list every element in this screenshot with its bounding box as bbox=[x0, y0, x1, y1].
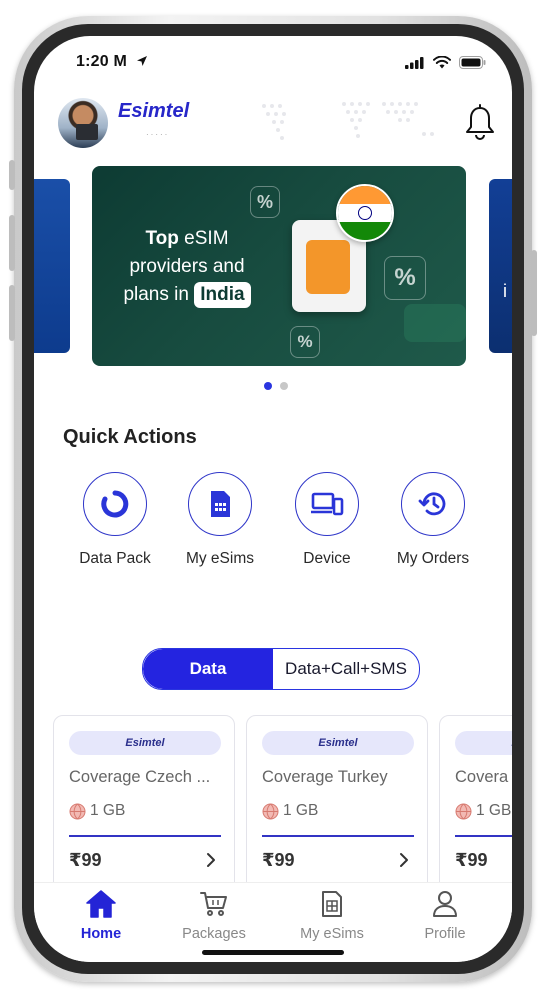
banner-text-line3: plans in India bbox=[92, 282, 282, 308]
carousel-dot[interactable] bbox=[280, 382, 288, 390]
package-brand-tag: Esimtel bbox=[455, 731, 512, 755]
chevron-right-icon[interactable] bbox=[399, 852, 409, 873]
quick-action-my-orders[interactable]: My Orders bbox=[378, 472, 488, 568]
package-brand-tag: Esimtel bbox=[69, 731, 221, 755]
globe-icon bbox=[69, 803, 86, 819]
power-button bbox=[531, 250, 537, 336]
package-data-amount: 1 GB bbox=[455, 802, 511, 820]
location-arrow-icon bbox=[136, 56, 147, 66]
package-divider bbox=[455, 835, 512, 837]
volume-down-button bbox=[9, 285, 15, 341]
banner-peek-left[interactable] bbox=[34, 179, 70, 353]
globe-icon bbox=[262, 803, 279, 819]
promo-banner-india[interactable]: Top eSIM providers and plans in India % … bbox=[92, 166, 466, 366]
globe-icon bbox=[455, 803, 472, 819]
app-screen: 1:20 M Esimtel ····· i Top eSIM provider… bbox=[34, 36, 512, 962]
world-map-pattern bbox=[262, 102, 434, 140]
home-icon bbox=[86, 890, 116, 918]
package-price: ₹99 bbox=[455, 850, 488, 870]
percent-badge-icon: % bbox=[290, 326, 320, 358]
home-indicator[interactable] bbox=[202, 950, 344, 955]
toggle-option-data[interactable]: Data bbox=[143, 649, 273, 689]
carousel-dot[interactable] bbox=[264, 382, 272, 390]
brand-tagline-decoration: ····· bbox=[146, 130, 170, 139]
toggle-option-data-call-sms[interactable]: Data+Call+SMS bbox=[273, 649, 419, 689]
package-price: ₹99 bbox=[69, 850, 102, 870]
data-pack-icon bbox=[101, 490, 129, 518]
tab-my-esims[interactable]: My eSims bbox=[282, 889, 382, 942]
chevron-right-icon[interactable] bbox=[206, 852, 216, 873]
cellular-signal-icon bbox=[405, 56, 424, 69]
package-coverage: Coverage Turkey bbox=[262, 768, 388, 786]
quick-action-device[interactable]: Device bbox=[272, 472, 382, 568]
status-bar: 1:20 M bbox=[34, 36, 512, 90]
package-divider bbox=[69, 835, 221, 837]
quick-actions-title: Quick Actions bbox=[63, 426, 197, 448]
percent-badge-icon: % bbox=[384, 256, 426, 300]
banner-peek-right[interactable]: i bbox=[489, 179, 512, 353]
wifi-icon bbox=[433, 56, 451, 69]
status-time: 1:20 M bbox=[76, 53, 148, 71]
tab-home[interactable]: Home bbox=[51, 889, 151, 942]
banner-text-line2: providers and bbox=[129, 256, 245, 277]
brand-logo: Esimtel bbox=[118, 100, 190, 122]
package-coverage: Covera bbox=[455, 768, 509, 786]
sim-card-icon bbox=[211, 491, 230, 517]
plan-type-toggle: Data Data+Call+SMS bbox=[142, 648, 420, 690]
status-icons bbox=[405, 56, 486, 69]
device-icon bbox=[311, 492, 344, 516]
sim-card-icon bbox=[322, 891, 342, 917]
package-brand-tag: Esimtel bbox=[262, 731, 414, 755]
tab-packages[interactable]: Packages bbox=[164, 889, 264, 942]
order-history-icon bbox=[418, 492, 446, 516]
battery-icon bbox=[459, 56, 486, 69]
cart-icon bbox=[200, 892, 227, 916]
banner-decor-block bbox=[404, 304, 466, 342]
quick-action-data-pack[interactable]: Data Pack bbox=[60, 472, 170, 568]
banner-text-line1: Top eSIM bbox=[145, 228, 229, 249]
package-data-amount: 1 GB bbox=[69, 802, 125, 820]
mute-switch bbox=[9, 160, 15, 190]
volume-up-button bbox=[9, 215, 15, 271]
notification-bell-icon[interactable] bbox=[464, 104, 496, 140]
package-data-amount: 1 GB bbox=[262, 802, 318, 820]
india-flag-icon bbox=[336, 184, 394, 242]
package-coverage: Coverage Czech ... bbox=[69, 768, 211, 786]
banner-country-pill: India bbox=[194, 282, 251, 308]
package-price: ₹99 bbox=[262, 850, 295, 870]
user-avatar[interactable] bbox=[58, 98, 108, 148]
carousel-indicator bbox=[264, 382, 288, 390]
percent-badge-icon: % bbox=[250, 186, 280, 218]
package-divider bbox=[262, 835, 414, 837]
sim-chip-icon bbox=[306, 240, 350, 294]
profile-icon bbox=[433, 891, 457, 917]
tab-profile[interactable]: Profile bbox=[395, 889, 495, 942]
quick-action-my-esims[interactable]: My eSims bbox=[165, 472, 275, 568]
